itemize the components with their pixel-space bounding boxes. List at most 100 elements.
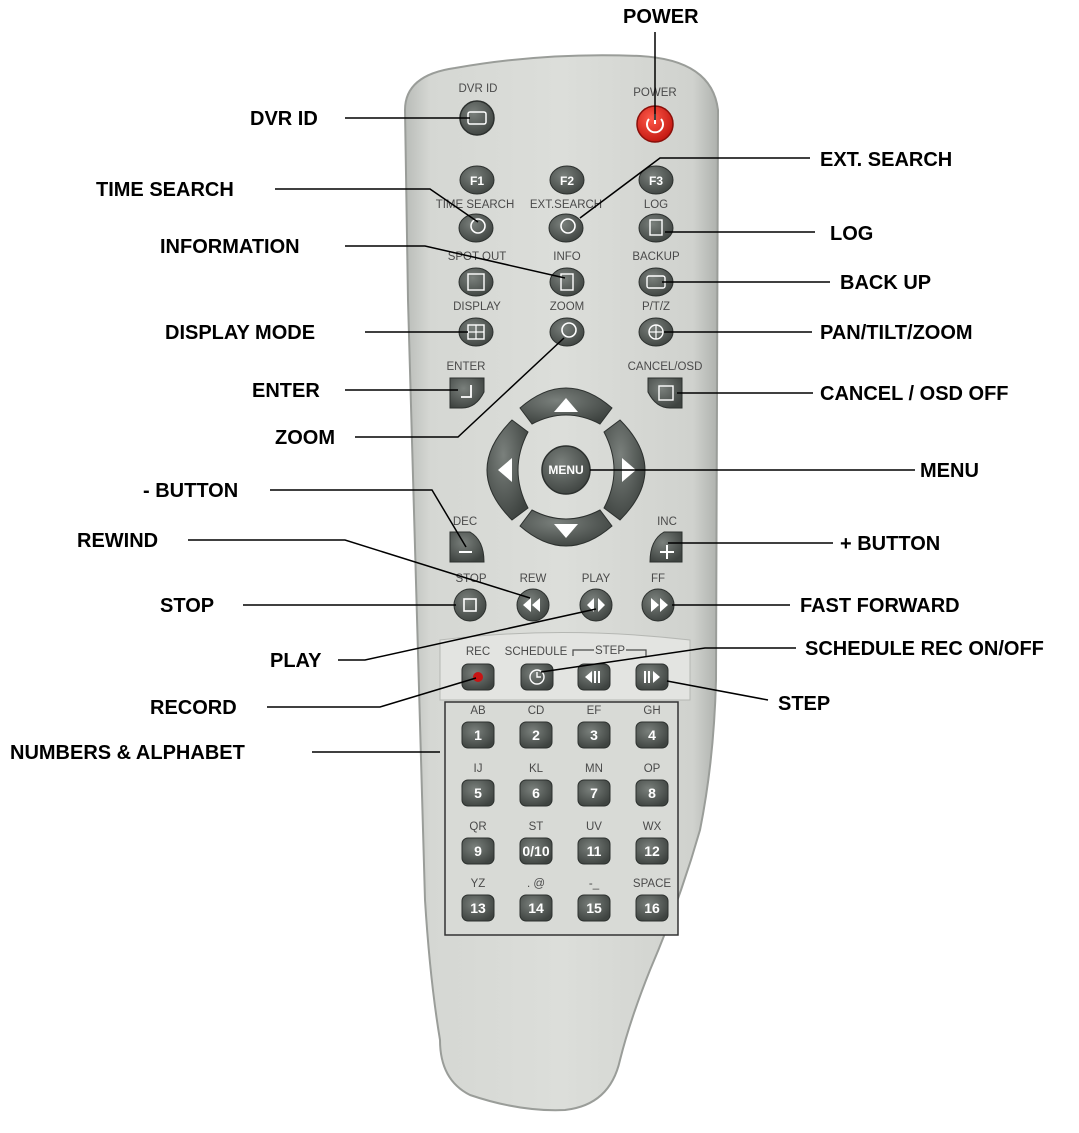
callout-minus-button: - BUTTON [143,480,238,502]
keypad-button-14[interactable]: 14 [519,894,553,922]
keypad-button-15[interactable]: 15 [577,894,611,922]
callout-schedule-rec: SCHEDULE REC ON/OFF [805,638,1044,660]
callout-step: STEP [778,693,830,715]
rec-label: REC [466,646,490,658]
keypad-button-5[interactable]: 5 [461,779,495,807]
play-label: PLAY [582,573,611,585]
callout-record: RECORD [150,697,237,719]
keypad-number-11: 11 [587,843,602,859]
keypad-letters-12: WX [643,821,662,833]
step-back-button[interactable] [577,663,611,691]
f2-button[interactable]: F2 [549,165,585,195]
f1-button[interactable]: F1 [459,165,495,195]
keypad-button-13[interactable]: 13 [461,894,495,922]
keypad-button-10[interactable]: 0/10 [519,837,553,865]
keypad-letters-6: KL [529,763,544,775]
keypad-button-8[interactable]: 8 [635,779,669,807]
keypad-button-16[interactable]: 16 [635,894,669,922]
ff-button[interactable] [641,588,675,622]
menu-button[interactable]: MENU [541,445,591,495]
f3-label: F3 [649,174,663,188]
keypad-button-7[interactable]: 7 [577,779,611,807]
backup-label: BACKUP [632,251,680,263]
callout-plus-button: + BUTTON [840,533,940,555]
time-search-button[interactable] [458,213,494,243]
step-label: STEP [595,645,625,657]
f2-label: F2 [560,174,574,188]
keypad-button-2[interactable]: 2 [519,721,553,749]
keypad-button-1[interactable]: 1 [461,721,495,749]
callout-information: INFORMATION [160,236,300,258]
ff-label: FF [651,573,665,585]
stop-button[interactable] [453,588,487,622]
keypad-number-2: 2 [532,727,540,743]
callout-fast-forward: FAST FORWARD [800,595,960,617]
f1-label: F1 [470,174,484,188]
keypad-number-9: 9 [474,843,482,859]
keypad-number-15: 15 [586,900,602,916]
keypad-letters-1: AB [470,705,486,717]
keypad-number-16: 16 [644,900,660,916]
keypad-letters-2: CD [528,705,545,717]
step-forward-icon [644,671,646,683]
keypad-number-13: 13 [470,900,486,916]
callout-zoom: ZOOM [275,427,335,449]
info-label: INFO [553,251,581,263]
callout-log: LOG [830,223,873,245]
callout-numbers-alphabet: NUMBERS & ALPHABET [10,742,245,764]
keypad-number-4: 4 [648,727,656,743]
step-forward-button[interactable] [635,663,669,691]
log-button[interactable] [638,213,674,243]
info-button[interactable] [549,267,585,297]
callout-time-search: TIME SEARCH [96,179,234,201]
rew-label: REW [520,573,547,585]
keypad-button-3[interactable]: 3 [577,721,611,749]
keypad-letters-4: GH [643,705,660,717]
callout-rewind: REWIND [77,530,158,552]
keypad-number-12: 12 [644,843,660,859]
callout-display-mode: DISPLAY MODE [165,322,315,344]
keypad-number-5: 5 [474,785,482,801]
callout-play: PLAY [270,650,322,672]
callout-enter: ENTER [252,380,320,402]
keypad-number-7: 7 [590,785,598,801]
inc-label: INC [657,516,677,528]
callout-power: POWER [623,6,699,28]
zoom-label: ZOOM [550,301,585,313]
callout-dvr-id: DVR ID [250,108,318,130]
remote-control-diagram: DVR ID POWER F1 F2 F3 TIME SEARCH EXT.SE… [0,0,1079,1133]
log-label: LOG [644,199,668,211]
ext-search-button[interactable] [548,213,584,243]
ptz-label: P/T/Z [642,301,670,313]
callout-stop: STOP [160,595,214,617]
keypad-letters-7: MN [585,763,603,775]
keypad-number-14: 14 [528,900,544,916]
keypad-letters-8: OP [644,763,661,775]
play-button[interactable] [579,588,613,622]
keypad-number-8: 8 [648,785,656,801]
keypad-letters-15: -_ [589,878,600,890]
keypad-letters-11: UV [586,821,602,833]
rec-button[interactable] [461,663,495,691]
spot-out-button[interactable] [458,267,494,297]
keypad-button-4[interactable]: 4 [635,721,669,749]
keypad-button-6[interactable]: 6 [519,779,553,807]
keypad-button-11[interactable]: 11 [577,837,611,865]
keypad-button-12[interactable]: 12 [635,837,669,865]
keypad-letters-3: EF [587,705,602,717]
keypad-letters-14: . @ [527,878,545,890]
callout-cancel-osd-off: CANCEL / OSD OFF [820,383,1009,405]
dvr-id-label: DVR ID [459,83,498,95]
display-label: DISPLAY [453,301,501,313]
callout-pan-tilt-zoom: PAN/TILT/ZOOM [820,322,973,344]
remote-body [403,54,720,1112]
enter-label: ENTER [447,361,486,373]
zoom-button[interactable] [549,317,585,347]
schedule-button[interactable] [520,663,554,691]
rew-button[interactable] [516,588,550,622]
menu-button-label: MENU [548,463,583,477]
keypad-button-9[interactable]: 9 [461,837,495,865]
keypad-number-1: 1 [474,727,482,743]
keypad-letters-13: YZ [471,878,486,890]
callout-back-up: BACK UP [840,272,931,294]
